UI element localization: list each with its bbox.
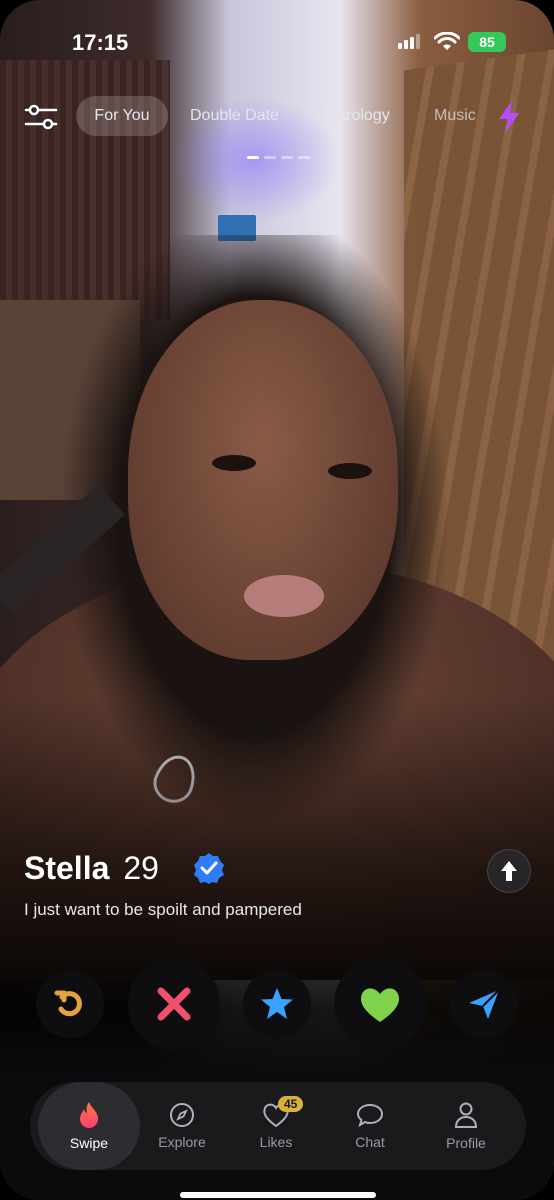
- star-icon: [261, 988, 293, 1019]
- profile-name-row: Stella 29: [24, 850, 159, 887]
- profile-bio: I just want to be spoilt and pampered: [24, 900, 302, 919]
- like-button[interactable]: [334, 958, 426, 1050]
- tab-explore[interactable]: Explore: [132, 1082, 232, 1170]
- phone-screen: 17:15 85 For You Double Date Astrology M…: [0, 0, 554, 1200]
- signal-icon: [398, 34, 420, 49]
- profile-age: 29: [123, 850, 159, 886]
- tab-profile-label: Profile: [446, 1135, 486, 1151]
- arrow-up-icon: [501, 861, 517, 881]
- rewind-icon: [54, 990, 82, 1017]
- tab-profile[interactable]: Profile: [416, 1082, 516, 1170]
- super-like-button[interactable]: [243, 970, 311, 1038]
- close-icon: [157, 987, 191, 1021]
- tab-chat[interactable]: Chat: [320, 1082, 420, 1170]
- rewind-button[interactable]: [36, 970, 104, 1038]
- expand-profile-button[interactable]: [487, 849, 531, 893]
- wifi-icon: [434, 32, 460, 50]
- home-indicator[interactable]: [180, 1192, 376, 1198]
- status-bar: 17:15 85: [0, 26, 554, 56]
- heart-icon: [360, 988, 400, 1022]
- tab-swipe-label: Swipe: [69, 1135, 109, 1151]
- photo-pagination: [247, 156, 310, 159]
- profile-name: Stella: [24, 850, 110, 886]
- tab-double-date[interactable]: Double Date: [190, 96, 279, 136]
- action-buttons: [0, 958, 554, 1050]
- tab-music[interactable]: Music: [434, 96, 476, 136]
- compass-icon: [170, 1103, 194, 1127]
- verified-badge-icon: [194, 853, 224, 884]
- bolt-icon[interactable]: [496, 100, 522, 134]
- tab-astrology[interactable]: Astrology: [323, 96, 390, 136]
- tab-for-you[interactable]: For You: [76, 96, 168, 136]
- nope-button[interactable]: [128, 958, 220, 1050]
- likes-count-badge: 45: [278, 1096, 304, 1112]
- tab-likes[interactable]: 45 Likes: [226, 1082, 326, 1170]
- tab-chat-label: Chat: [355, 1134, 385, 1150]
- send-icon: [469, 989, 500, 1019]
- status-time: 17:15: [72, 30, 129, 55]
- chat-icon: [356, 1103, 384, 1128]
- flame-icon: [80, 1102, 98, 1128]
- battery-indicator: 85: [468, 32, 506, 52]
- person-icon: [454, 1102, 478, 1128]
- sliders-icon[interactable]: [22, 101, 60, 133]
- tab-explore-label: Explore: [158, 1134, 206, 1150]
- top-nav: For You Double Date Astrology Music: [0, 96, 554, 140]
- bottom-nav: Swipe Explore 45 Likes Chat Profile: [30, 1082, 526, 1170]
- tab-likes-label: Likes: [259, 1134, 293, 1150]
- send-button[interactable]: [450, 970, 518, 1038]
- tab-swipe[interactable]: Swipe: [38, 1082, 140, 1170]
